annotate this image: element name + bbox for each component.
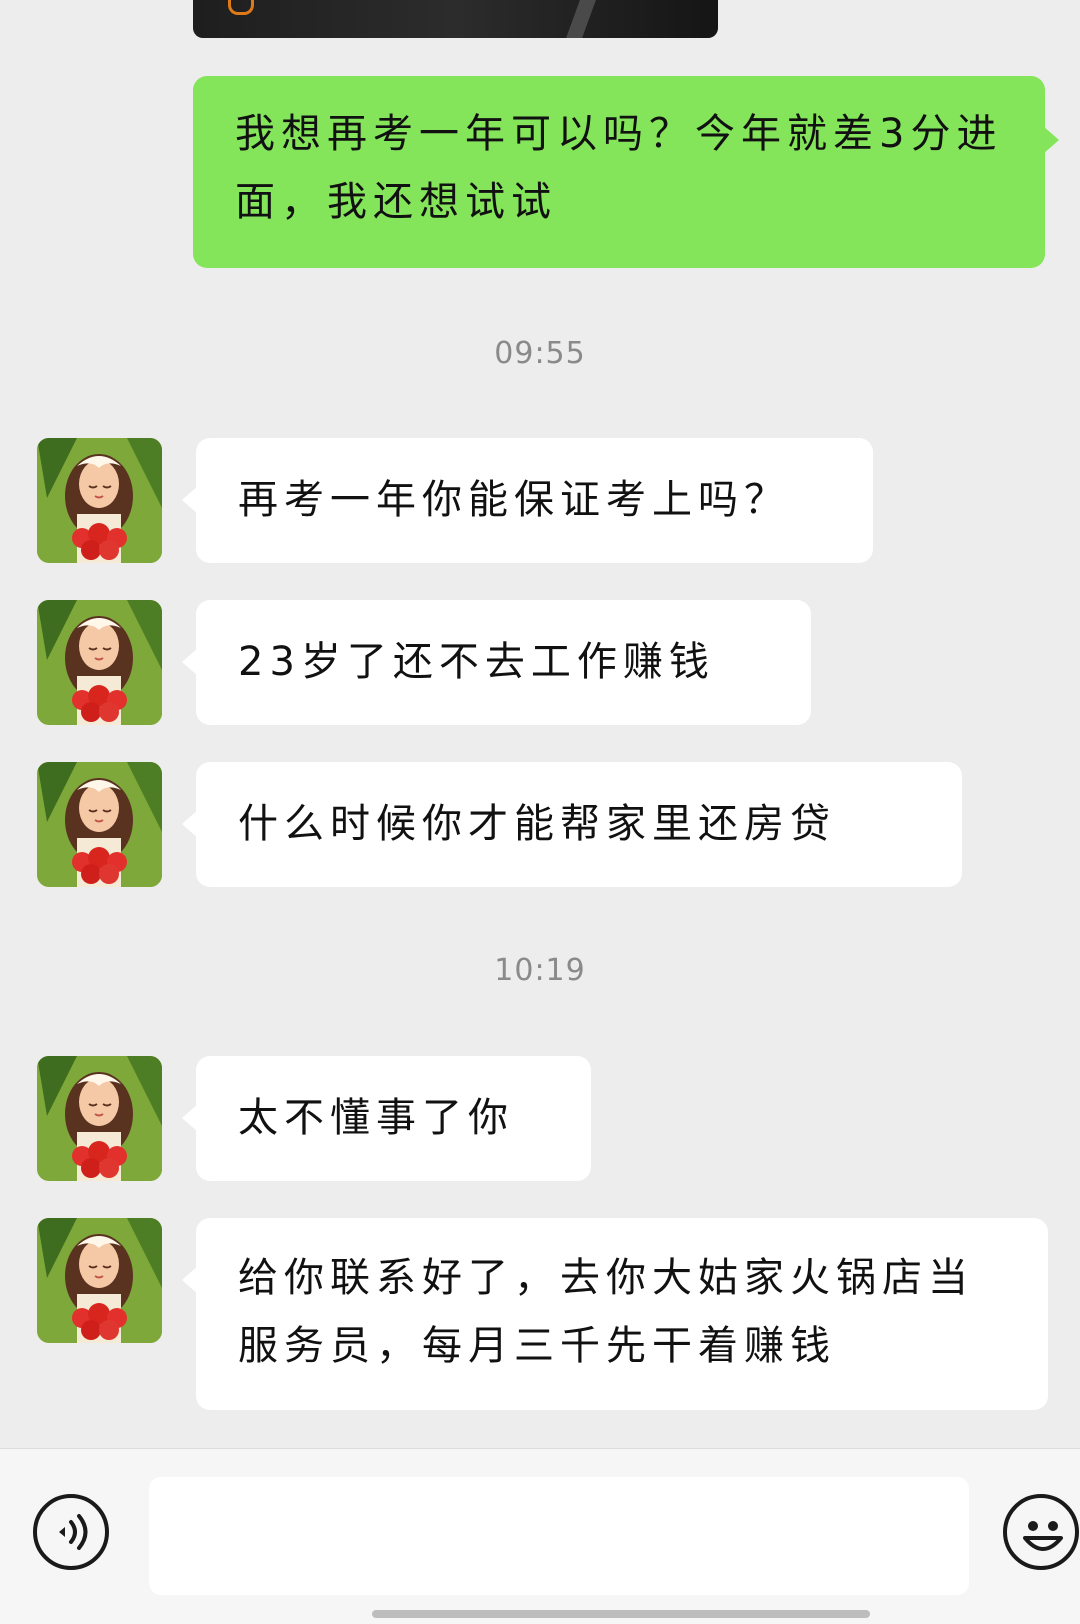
home-indicator[interactable] bbox=[372, 1610, 870, 1618]
timestamp: 10:19 bbox=[494, 953, 586, 988]
incoming-message-bubble[interactable]: 23岁了还不去工作赚钱 bbox=[182, 600, 811, 725]
incoming-message-bubble[interactable]: 给你联系好了，去你大姑家火锅店当服务员，每月三千先干着赚钱 bbox=[182, 1218, 1048, 1410]
avatar-girl-roses-icon bbox=[37, 762, 162, 887]
emoji-icon bbox=[1023, 1521, 1063, 1551]
message-row: 23岁了还不去工作赚钱 bbox=[0, 600, 1080, 725]
image-detail bbox=[228, 0, 254, 15]
message-row: 太不懂事了你 bbox=[0, 1056, 1080, 1181]
timestamp: 09:55 bbox=[494, 336, 586, 371]
emoji-button[interactable] bbox=[1003, 1494, 1079, 1570]
incoming-message-bubble[interactable]: 太不懂事了你 bbox=[182, 1056, 591, 1181]
avatar[interactable] bbox=[37, 1056, 162, 1181]
voice-button[interactable] bbox=[33, 1494, 109, 1570]
input-bar bbox=[0, 1448, 1080, 1624]
outgoing-message-bubble[interactable]: 我想再考一年可以吗？今年就差3分进面，我还想试试 bbox=[193, 76, 1059, 268]
voice-icon bbox=[59, 1514, 88, 1550]
avatar[interactable] bbox=[37, 438, 162, 563]
avatar[interactable] bbox=[37, 762, 162, 887]
incoming-message-bubble[interactable]: 什么时候你才能帮家里还房贷 bbox=[182, 762, 962, 887]
image-message[interactable] bbox=[193, 0, 718, 38]
incoming-message-bubble[interactable]: 再考一年你能保证考上吗？ bbox=[182, 438, 873, 563]
image-detail bbox=[566, 0, 596, 38]
avatar-girl-roses-icon bbox=[37, 438, 162, 563]
chat-screen: 我想再考一年可以吗？今年就差3分进面，我还想试试 09:55 再考一年你能保证考… bbox=[0, 0, 1080, 1624]
message-input[interactable] bbox=[149, 1477, 969, 1595]
avatar-girl-roses-icon bbox=[37, 600, 162, 725]
avatar-girl-roses-icon bbox=[37, 1056, 162, 1181]
message-row: 什么时候你才能帮家里还房贷 bbox=[0, 762, 1080, 887]
avatar[interactable] bbox=[37, 600, 162, 725]
message-row: 给你联系好了，去你大姑家火锅店当服务员，每月三千先干着赚钱 bbox=[0, 1218, 1080, 1410]
message-row: 再考一年你能保证考上吗？ bbox=[0, 438, 1080, 563]
avatar-girl-roses-icon bbox=[37, 1218, 162, 1343]
avatar[interactable] bbox=[37, 1218, 162, 1343]
